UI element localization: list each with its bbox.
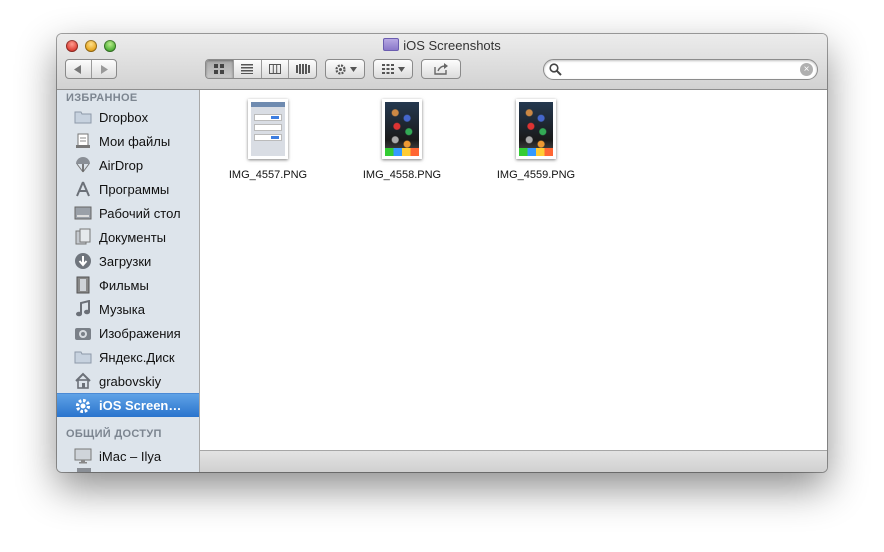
documents-icon (74, 228, 92, 246)
toolbar: iOS Screenshots × (57, 34, 827, 90)
sidebar-item-dropbox[interactable]: Dropbox (57, 105, 199, 129)
sidebar: ИЗБРАННОЕ Dropbox Мои файлы AirDrop Прог… (57, 90, 200, 472)
file-thumbnail (516, 99, 556, 159)
sidebar-item-documents[interactable]: Документы (57, 225, 199, 249)
favorites-header: ИЗБРАННОЕ (66, 92, 138, 104)
sidebar-item-label: Документы (99, 229, 167, 245)
sidebar-item-home[interactable]: grabovskiy (57, 369, 199, 393)
camera-icon (74, 324, 92, 342)
window-title-bar: iOS Screenshots (57, 37, 827, 55)
file-item[interactable]: IMG_4559.PNG (476, 99, 596, 181)
sidebar-item-music[interactable]: Музыка (57, 297, 199, 321)
sidebar-item-label: Фильмы (99, 277, 149, 293)
column-view-icon (268, 64, 281, 74)
file-item[interactable]: IMG_4557.PNG (208, 99, 328, 181)
sidebar-item-label: Рабочий стол (99, 205, 181, 221)
coverflow-view-icon (295, 64, 310, 74)
search-icon (549, 63, 562, 76)
file-thumbnail (382, 99, 422, 159)
next-item-icon (77, 468, 91, 472)
search-field[interactable]: × (543, 59, 818, 80)
sidebar-item-label: Загрузки (99, 253, 152, 269)
icon-view-icon (214, 64, 225, 74)
action-menu-button[interactable] (325, 59, 365, 79)
back-forward-control (65, 59, 117, 79)
list-view-icon (241, 64, 254, 74)
sidebar-item-label: iMac – Ilya (99, 448, 162, 464)
chevron-down-icon (349, 66, 357, 72)
sidebar-item-pictures[interactable]: Изображения (57, 321, 199, 345)
grid-icon (381, 64, 394, 74)
sidebar-item-label: Музыка (99, 301, 145, 317)
list-view-button[interactable] (232, 60, 261, 78)
sidebar-item-applications[interactable]: Программы (57, 177, 199, 201)
imac-icon (74, 447, 92, 465)
chevron-down-icon (397, 66, 405, 72)
chevron-right-icon (100, 64, 108, 74)
gear-icon (334, 63, 346, 75)
file-area: IMG_4557.PNG IMG_4558.PNG IMG_4559.PNG (200, 90, 827, 450)
sidebar-item-label: iOS Screen… (99, 398, 182, 413)
folder-icon (383, 38, 400, 51)
file-item[interactable]: IMG_4558.PNG (342, 99, 462, 181)
music-icon (74, 300, 92, 318)
back-button[interactable] (66, 60, 91, 78)
column-view-button[interactable] (260, 60, 289, 78)
sidebar-item-all-files[interactable]: Мои файлы (57, 129, 199, 153)
file-name: IMG_4559.PNG (496, 169, 576, 181)
arrange-menu-button[interactable] (373, 59, 413, 79)
forward-button[interactable] (90, 60, 117, 78)
applications-icon (74, 180, 92, 198)
share-icon (434, 63, 448, 75)
sidebar-item-label: grabovskiy (99, 373, 162, 389)
sidebar-item-label: Мои файлы (99, 133, 171, 149)
sidebar-item-ios-screenshots[interactable]: iOS Screen… (57, 393, 199, 417)
status-bar (200, 450, 827, 472)
movies-icon (74, 276, 92, 294)
file-thumbnail (248, 99, 288, 159)
sidebar-item-label: AirDrop (99, 157, 144, 173)
sidebar-item-airdrop[interactable]: AirDrop (57, 153, 199, 177)
chevron-left-icon (74, 64, 82, 74)
search-input[interactable] (564, 62, 794, 77)
finder-window: iOS Screenshots × ИЗБРАННОЕ Dropbox Мои … (57, 34, 827, 472)
view-mode-control (205, 59, 317, 79)
coverflow-view-button[interactable] (288, 60, 316, 78)
file-name: IMG_4557.PNG (228, 169, 308, 181)
airdrop-icon (74, 156, 92, 174)
sidebar-item-imac-ilya[interactable]: iMac – Ilya (57, 444, 199, 468)
folder-icon (74, 108, 92, 126)
sidebar-item-movies[interactable]: Фильмы (57, 273, 199, 297)
sidebar-item-label: Изображения (99, 325, 181, 341)
downloads-icon (74, 252, 92, 270)
desktop-icon (74, 204, 92, 222)
sidebar-item-yandex-disk[interactable]: Яндекс.Диск (57, 345, 199, 369)
shared-header: ОБЩИЙ ДОСТУП (66, 428, 162, 440)
sidebar-item-label: Dropbox (99, 109, 149, 125)
gear-icon (74, 397, 92, 415)
clear-search-icon[interactable]: × (800, 63, 813, 76)
folder-icon (74, 348, 92, 366)
all-files-icon (74, 132, 92, 150)
sidebar-item-downloads[interactable]: Загрузки (57, 249, 199, 273)
file-name: IMG_4558.PNG (362, 169, 442, 181)
share-button[interactable] (421, 59, 461, 79)
window-title: iOS Screenshots (403, 38, 501, 53)
sidebar-item-desktop[interactable]: Рабочий стол (57, 201, 199, 225)
sidebar-item-label: Яндекс.Диск (99, 349, 175, 365)
icon-view-button[interactable] (206, 60, 233, 78)
sidebar-item-label: Программы (99, 181, 170, 197)
home-icon (74, 372, 92, 390)
